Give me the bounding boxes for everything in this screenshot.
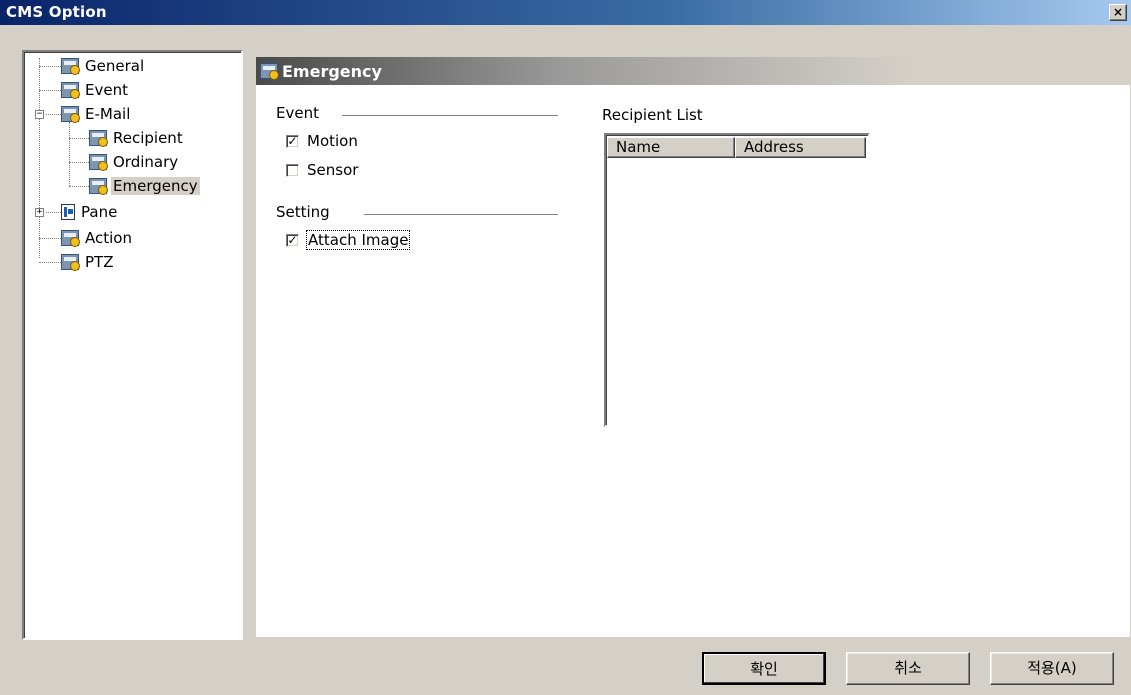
tree-line — [39, 66, 61, 67]
tree-item-label: Action — [85, 229, 132, 247]
ok-button[interactable]: 확인 — [702, 652, 826, 685]
motion-label: Motion — [307, 132, 358, 150]
tree-line — [69, 162, 89, 163]
options-tree[interactable]: − + General Event E-Mail Recipient Ordin… — [22, 50, 243, 640]
tree-line — [69, 138, 89, 139]
tree-item-action[interactable]: Action — [61, 226, 134, 250]
tree-item-label: E-Mail — [85, 105, 131, 123]
recipient-list-label: Recipient List — [602, 106, 703, 124]
tree-line — [39, 238, 61, 239]
settings-window-icon — [61, 230, 80, 247]
attach-image-checkbox-row[interactable]: ✓ Attach Image — [286, 230, 411, 250]
settings-window-icon — [89, 154, 108, 171]
tree-item-label: Recipient — [113, 129, 183, 147]
tree-item-label: PTZ — [85, 253, 114, 271]
tree-item-pane[interactable]: Pane — [61, 200, 119, 224]
collapse-email-toggle[interactable]: − — [35, 110, 44, 119]
settings-window-icon — [89, 178, 108, 195]
close-button[interactable]: × — [1109, 4, 1127, 21]
motion-checkbox[interactable]: ✓ — [286, 134, 299, 148]
sensor-label: Sensor — [307, 161, 359, 179]
tree-line — [39, 262, 61, 263]
tree-line — [39, 90, 61, 91]
tree-item-general[interactable]: General — [61, 54, 146, 78]
panel-header: Emergency — [256, 57, 1130, 85]
tree-line — [69, 186, 89, 187]
pane-layout-icon — [61, 204, 75, 220]
tree-item-event[interactable]: Event — [61, 78, 130, 102]
tree-line — [69, 122, 70, 186]
settings-window-icon — [260, 63, 279, 80]
motion-checkbox-row[interactable]: ✓ Motion — [286, 132, 358, 150]
settings-window-icon — [61, 82, 80, 99]
title-bar: CMS Option × — [0, 0, 1131, 25]
tree-item-label: General — [85, 57, 145, 75]
event-group-label: Event — [276, 104, 319, 122]
column-header-name[interactable]: Name — [607, 137, 735, 158]
tree-item-emergency[interactable]: Emergency — [89, 174, 200, 198]
tree-line — [46, 212, 61, 213]
tree-item-ordinary[interactable]: Ordinary — [89, 150, 180, 174]
tree-item-email[interactable]: E-Mail — [61, 102, 132, 126]
column-header-address[interactable]: Address — [735, 137, 866, 158]
settings-window-icon — [61, 58, 80, 75]
tree-item-label: Emergency — [111, 177, 200, 195]
recipient-list[interactable]: Name Address — [604, 133, 870, 427]
expand-pane-toggle[interactable]: + — [35, 208, 44, 217]
tree-item-label: Event — [85, 81, 128, 99]
tree-line — [39, 58, 40, 258]
tree-line — [46, 114, 61, 115]
panel-title: Emergency — [282, 61, 382, 81]
settings-window-icon — [61, 254, 80, 271]
cancel-button[interactable]: 취소 — [846, 652, 970, 685]
apply-button[interactable]: 적용(A) — [990, 652, 1114, 685]
tree-item-recipient[interactable]: Recipient — [89, 126, 185, 150]
sensor-checkbox[interactable] — [286, 163, 299, 177]
setting-group-divider — [364, 214, 558, 216]
emergency-settings-panel: Emergency Event ✓ Motion Sensor Setting … — [256, 57, 1130, 637]
close-icon: × — [1112, 5, 1124, 19]
settings-window-icon — [89, 130, 108, 147]
settings-window-icon — [61, 106, 80, 123]
tree-item-label: Ordinary — [113, 153, 179, 171]
event-group-divider — [342, 115, 558, 117]
sensor-checkbox-row[interactable]: Sensor — [286, 161, 358, 179]
window-title: CMS Option — [6, 3, 107, 21]
tree-item-label: Pane — [81, 203, 118, 221]
attach-image-checkbox[interactable]: ✓ — [286, 233, 299, 247]
attach-image-label: Attach Image — [305, 230, 411, 250]
setting-group-label: Setting — [276, 203, 330, 221]
tree-item-ptz[interactable]: PTZ — [61, 250, 115, 274]
